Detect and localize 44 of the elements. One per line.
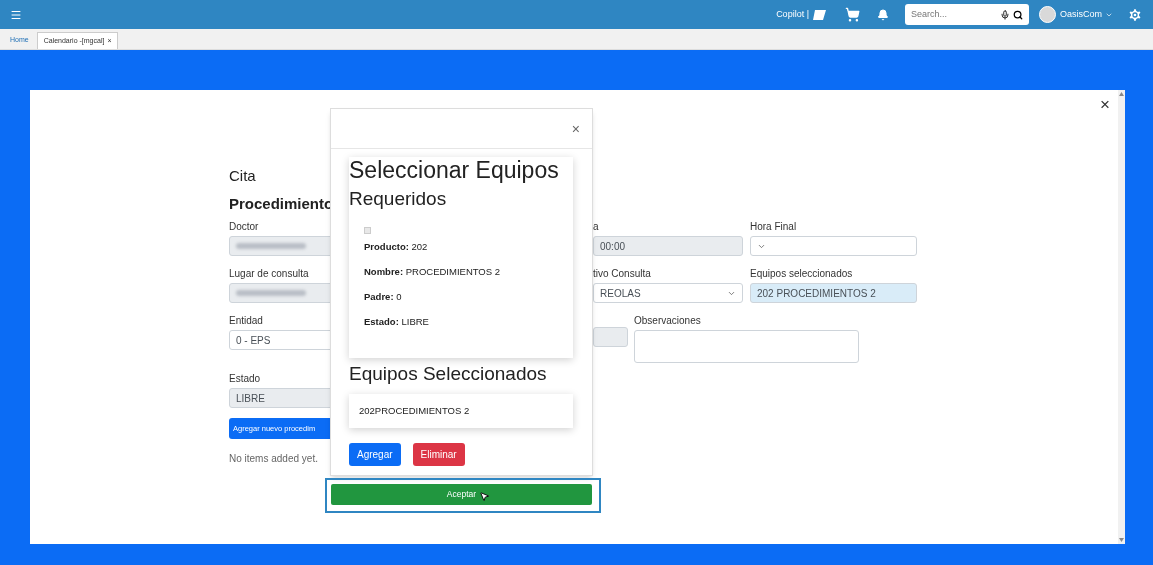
field-label: Estado [229,372,261,384]
cursor-icon [479,491,490,502]
field-label: Hora Final [750,220,797,232]
modal-close-button[interactable]: × [571,121,580,136]
bell-icon[interactable] [877,8,889,21]
settings-icon[interactable] [1127,6,1143,23]
equipment-detail: Padre: 0 [364,291,403,302]
section-title: Procedimiento [229,194,334,214]
field-label: Equipos seleccionados [750,267,853,279]
input-field[interactable]: 202 PROCEDIMIENTOS 2 [750,283,917,303]
equipment-detail: Producto: 202 [364,241,429,252]
equipment-detail: Nombre: PROCEDIMIENTOS 2 [364,266,502,277]
delete-button[interactable]: Eliminar [412,443,465,467]
accept-button[interactable]: Aceptar [331,484,592,505]
field-label: a [593,220,599,232]
selected-heading: Equipos Seleccionados [349,362,548,386]
search-field[interactable]: Search... [905,4,1029,25]
select-field[interactable]: REOLAS [593,283,743,303]
search-input[interactable]: Search... [911,7,1000,22]
field-label: Doctor [229,220,259,232]
mic-icon[interactable] [1000,9,1010,20]
close-button[interactable]: × [1100,96,1110,113]
user-menu[interactable]: OasisCom [1060,7,1102,22]
select-field[interactable] [750,236,917,256]
observations-field[interactable] [634,330,859,363]
selected-equipment-item[interactable]: 202PROCEDIMIENTOS 2 [349,404,573,419]
cart-icon[interactable] [845,7,860,22]
scroll-down-icon[interactable] [1119,538,1124,542]
copilot-label[interactable]: Copilot | [776,7,809,22]
search-icon[interactable] [1013,9,1023,20]
avatar-icon[interactable] [1039,6,1056,23]
field-label: Observaciones [634,314,701,326]
empty-message: No items added yet. [229,452,318,466]
input-field[interactable] [593,327,628,347]
field-label: Entidad [229,314,263,326]
equipment-detail: Estado: LIBRE [364,316,430,327]
form-title: Cita [229,166,256,186]
scroll-up-icon[interactable] [1119,92,1124,96]
add-button[interactable]: Agregar [349,443,401,467]
field-label: tivo Consulta [593,267,651,279]
required-heading: Requeridos [349,187,448,211]
modal-title: Seleccionar Equipos [349,157,560,183]
field-label: Lugar de consulta [229,267,309,279]
menu-icon[interactable] [10,8,22,21]
